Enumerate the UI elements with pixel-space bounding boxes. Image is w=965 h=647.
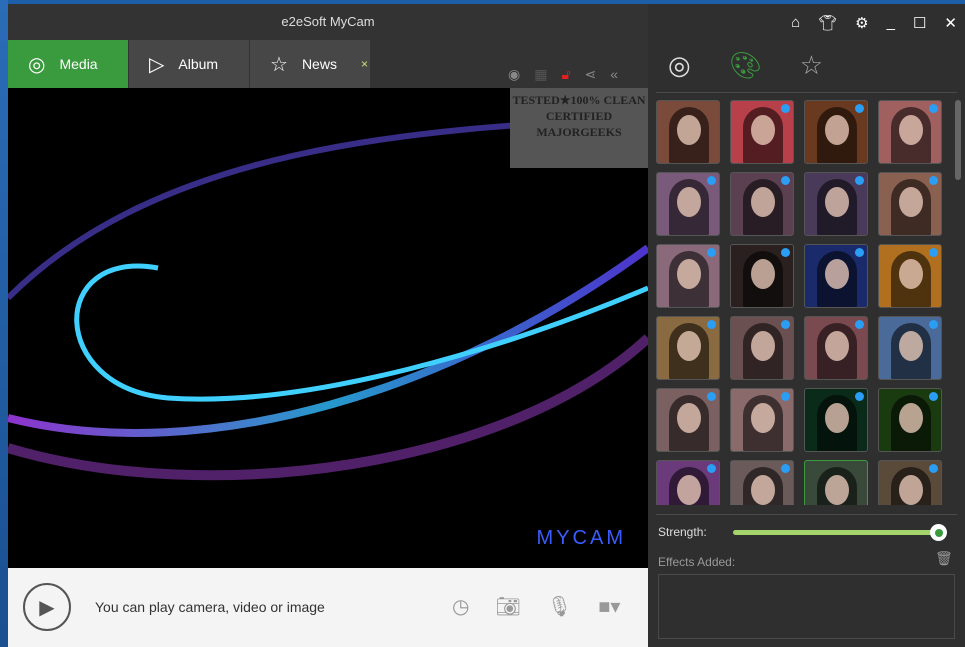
webcam-icon: ◎	[28, 53, 46, 76]
scrollbar[interactable]	[955, 100, 961, 180]
tab-label: Media	[59, 56, 98, 72]
filter-thumbnail[interactable]	[804, 100, 868, 164]
filter-thumbnail[interactable]	[878, 460, 942, 505]
magic-wand-icon: ☆	[270, 53, 288, 76]
selected-dot	[781, 392, 790, 401]
selected-dot	[707, 176, 716, 185]
close-button[interactable]: ✕	[944, 14, 957, 32]
selected-dot	[707, 464, 716, 473]
magic-wand-tab-icon[interactable]: ☆	[800, 50, 823, 81]
tab-news[interactable]: ☆ News ×	[250, 40, 370, 88]
selected-dot	[929, 176, 938, 185]
filter-thumbnail[interactable]	[878, 172, 942, 236]
filter-thumbnail[interactable]	[804, 244, 868, 308]
filter-thumbnail[interactable]	[730, 172, 794, 236]
tab-label: News	[301, 56, 337, 72]
home-icon[interactable]: ⌂	[791, 14, 800, 32]
selected-dot	[929, 104, 938, 113]
selected-dot	[707, 392, 716, 401]
microphone-icon[interactable]: 🎙︎	[547, 594, 572, 619]
play-icon: ▶	[39, 596, 55, 619]
tab-label: Album	[178, 56, 219, 72]
gear-icon[interactable]: ⚙	[855, 14, 868, 32]
selected-dot	[929, 248, 938, 257]
filter-thumbnail[interactable]	[878, 100, 942, 164]
selected-dot	[855, 320, 864, 329]
filter-thumbnail[interactable]	[730, 100, 794, 164]
maximize-button[interactable]: ☐	[913, 14, 926, 32]
selected-dot	[781, 320, 790, 329]
window-title: e2eSoft MyCam	[281, 14, 375, 29]
filter-thumbnail[interactable]	[656, 100, 720, 164]
filter-thumbnail[interactable]	[804, 460, 868, 505]
effects-list[interactable]	[658, 574, 955, 639]
palette-tab-icon[interactable]: 🎨︎	[729, 50, 762, 81]
selected-dot	[707, 320, 716, 329]
selected-dot	[781, 176, 790, 185]
filter-thumbnail[interactable]	[656, 172, 720, 236]
selected-dot	[781, 248, 790, 257]
shirt-icon[interactable]: 👕︎	[818, 14, 837, 32]
selected-dot	[929, 320, 938, 329]
filter-thumbnail[interactable]	[656, 244, 720, 308]
selected-dot	[855, 104, 864, 113]
filter-thumbnail[interactable]	[730, 316, 794, 380]
bottom-bar: ▶ You can play camera, video or image ◷ …	[8, 568, 648, 647]
filter-thumbnail[interactable]	[878, 388, 942, 452]
effects-panel: ⌂ 👕︎ ⚙ _ ☐ ✕ ◎ 🎨︎ ☆ Strength: Effects Ad…	[648, 4, 965, 647]
tab-album[interactable]: ▷ Album	[129, 40, 249, 88]
selected-dot	[855, 392, 864, 401]
selected-dot	[929, 464, 938, 473]
filter-thumbnail[interactable]	[878, 244, 942, 308]
filter-thumbnail[interactable]	[804, 316, 868, 380]
video-camera-icon[interactable]: ■▾	[598, 594, 620, 619]
toolbar: ◉ ▦ 🔓︎ ⋖ «	[508, 66, 618, 83]
selected-dot	[855, 176, 864, 185]
play-button[interactable]: ▶	[23, 583, 71, 631]
divider	[656, 92, 957, 93]
filter-thumbnail[interactable]	[656, 316, 720, 380]
selected-dot	[855, 248, 864, 257]
watermark: TESTED★100% CLEAN CERTIFIED MAJORGEEKS	[510, 88, 648, 168]
qr-code-icon[interactable]: ▦	[534, 66, 547, 83]
filter-thumbnail[interactable]	[656, 460, 720, 505]
webcam-tab-icon[interactable]: ◎	[668, 50, 691, 81]
desktop-background	[0, 0, 8, 647]
selected-dot	[781, 104, 790, 113]
share-icon[interactable]: ⋖	[585, 66, 597, 83]
filter-thumbnail[interactable]	[878, 316, 942, 380]
filter-thumbnail[interactable]	[656, 388, 720, 452]
selected-dot	[781, 464, 790, 473]
video-preview[interactable]: TESTED★100% CLEAN CERTIFIED MAJORGEEKS MYC…	[8, 88, 648, 568]
strength-slider[interactable]	[733, 530, 943, 535]
collapse-icon[interactable]: «	[610, 66, 618, 83]
strength-label: Strength:	[658, 525, 707, 539]
effects-added-label: Effects Added:	[658, 555, 736, 569]
trash-icon[interactable]: 🗑︎	[935, 550, 953, 567]
hint-text: You can play camera, video or image	[95, 599, 325, 615]
close-tab-button[interactable]: ×	[361, 57, 368, 71]
timer-icon[interactable]: ◷	[452, 594, 469, 619]
filter-thumbnail[interactable]	[804, 172, 868, 236]
filter-thumbnail[interactable]	[730, 388, 794, 452]
broadcast-icon[interactable]: ◉	[508, 66, 520, 83]
tab-media[interactable]: ◎ Media	[8, 40, 128, 88]
selected-dot	[929, 392, 938, 401]
filter-thumbnail[interactable]	[804, 388, 868, 452]
strength-slider-handle[interactable]	[930, 524, 947, 541]
app-window: e2eSoft MyCam ◎ Media ▷ Album ☆ News × ◉ ▦ 🔓…	[8, 4, 965, 647]
unlock-icon[interactable]: 🔓︎	[561, 66, 570, 83]
minimize-button[interactable]: _	[887, 14, 895, 32]
camera-icon[interactable]: 📷︎	[495, 594, 520, 619]
divider	[656, 514, 957, 515]
filter-thumbnail[interactable]	[730, 244, 794, 308]
selected-dot	[707, 248, 716, 257]
film-icon: ▷	[149, 53, 165, 76]
filter-thumbnail[interactable]	[730, 460, 794, 505]
filter-grid	[656, 100, 946, 505]
mycam-logo: MYCAM	[536, 527, 626, 549]
